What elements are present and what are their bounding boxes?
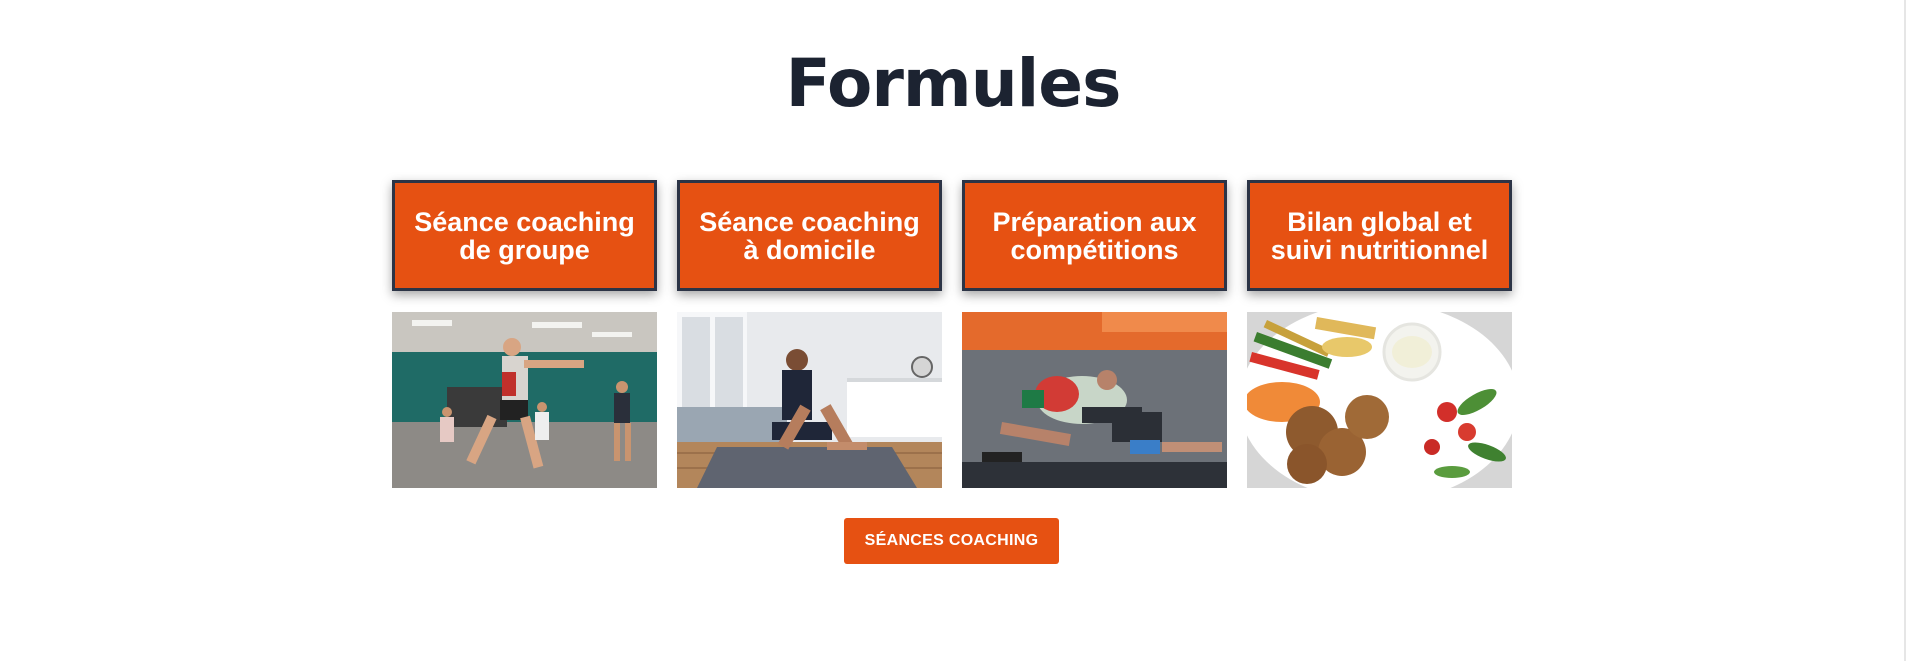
wrestling-photo[interactable]	[962, 312, 1227, 488]
nutrition-photo[interactable]	[1247, 312, 1512, 488]
group-fitness-photo[interactable]	[392, 312, 657, 488]
home-workout-photo[interactable]	[677, 312, 942, 488]
seances-coaching-button[interactable]: SÉANCES COACHING	[844, 518, 1059, 564]
wrestling-image	[962, 312, 1227, 488]
group-fitness-image	[392, 312, 657, 488]
home-workout-image	[677, 312, 942, 488]
nutrition-image	[1247, 312, 1512, 488]
formules-section: Formules Séance coaching de groupe Séanc…	[0, 0, 1906, 661]
card-title-group-coaching[interactable]: Séance coaching de groupe	[392, 180, 657, 291]
card-title-competition-prep[interactable]: Préparation aux compétitions	[962, 180, 1227, 291]
section-title: Formules	[785, 45, 1122, 122]
card-title-nutrition[interactable]: Bilan global et suivi nutritionnel	[1247, 180, 1512, 291]
card-title-home-coaching[interactable]: Séance coaching à domicile	[677, 180, 942, 291]
